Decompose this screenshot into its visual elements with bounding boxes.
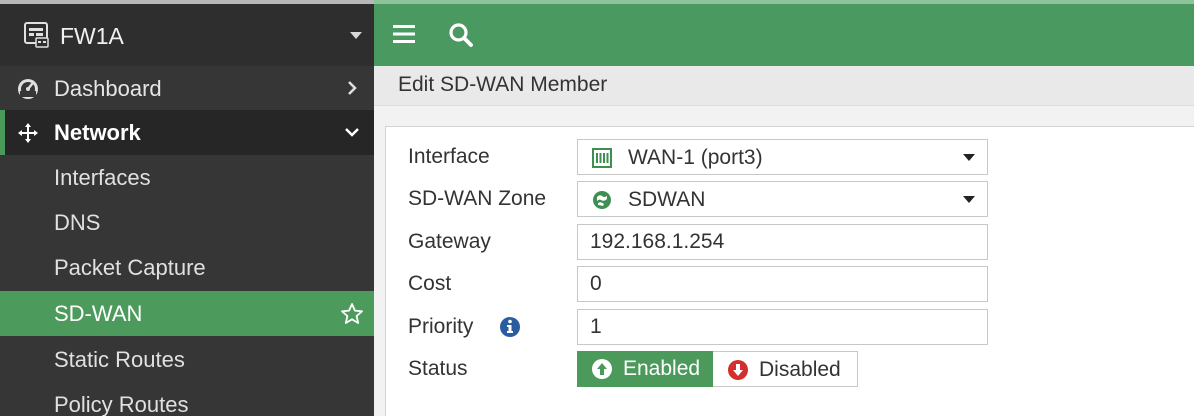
dropdown-arrow-icon [963,196,975,203]
priority-label: Priority [408,315,474,338]
interface-label: Interface [408,145,490,168]
sidebar-item-policy-routes[interactable]: Policy Routes [0,382,374,416]
status-label: Status [408,357,468,380]
chevron-down-icon [350,32,362,39]
sidebar-item-label: Packet Capture [54,254,206,280]
arrow-up-circle-icon [592,359,612,379]
sidebar: FW1A Dashboard Network Interfaces DNS Pa… [0,0,374,416]
info-icon[interactable] [499,316,521,338]
sidebar-item-label: Policy Routes [54,391,189,416]
port-interface-icon [592,148,612,168]
hamburger-menu-icon[interactable] [392,23,416,45]
sidebar-item-label: Interfaces [54,164,151,190]
sd-wan-zone-select[interactable]: SDWAN [577,181,988,217]
sidebar-item-dashboard[interactable]: Dashboard [0,66,374,111]
top-toolbar [374,0,1194,66]
status-disabled-label: Disabled [759,358,841,381]
device-name: FW1A [60,23,124,49]
cost-input[interactable] [577,266,988,302]
interface-select[interactable]: WAN-1 (port3) [577,139,988,175]
star-favorite-icon[interactable] [340,302,364,326]
interface-value: WAN-1 (port3) [628,146,763,169]
sidebar-item-sd-wan[interactable]: SD-WAN [0,291,374,336]
sidebar-item-interfaces[interactable]: Interfaces [0,155,374,200]
search-icon[interactable] [448,22,474,48]
sidebar-item-label: Network [54,119,141,145]
gateway-label: Gateway [408,230,491,253]
sd-wan-zone-label: SD-WAN Zone [408,187,547,210]
status-disabled-button[interactable]: Disabled [713,351,858,387]
sidebar-item-label: Static Routes [54,346,185,372]
sd-wan-zone-icon [593,191,611,209]
dashboard-gauge-icon [18,79,38,99]
status-enabled-label: Enabled [623,357,701,380]
sidebar-item-label: SD-WAN [54,300,143,326]
sd-wan-zone-value: SDWAN [628,188,706,211]
device-selector[interactable]: FW1A [0,0,374,66]
status-toggle: Enabled Disabled [577,351,858,387]
gateway-input[interactable] [577,224,988,260]
app-window: FW1A Dashboard Network Interfaces DNS Pa… [0,0,1194,416]
page-header: Edit SD-WAN Member [374,66,1194,106]
sidebar-item-packet-capture[interactable]: Packet Capture [0,245,374,290]
cost-label: Cost [408,272,452,295]
chevron-right-icon [348,81,357,95]
sidebar-item-static-routes[interactable]: Static Routes [0,337,374,382]
firewall-icon [24,22,49,48]
status-enabled-button[interactable]: Enabled [577,351,713,387]
sidebar-item-label: DNS [54,209,101,235]
priority-input[interactable] [577,309,988,345]
sidebar-item-network[interactable]: Network [0,110,374,155]
arrow-down-circle-icon [728,360,748,380]
sidebar-item-label: Dashboard [54,75,162,101]
sidebar-item-dns[interactable]: DNS [0,200,374,245]
page-title: Edit SD-WAN Member [398,73,608,96]
dropdown-arrow-icon [963,154,975,161]
move-arrows-icon [18,123,38,143]
chevron-down-icon [345,128,359,137]
